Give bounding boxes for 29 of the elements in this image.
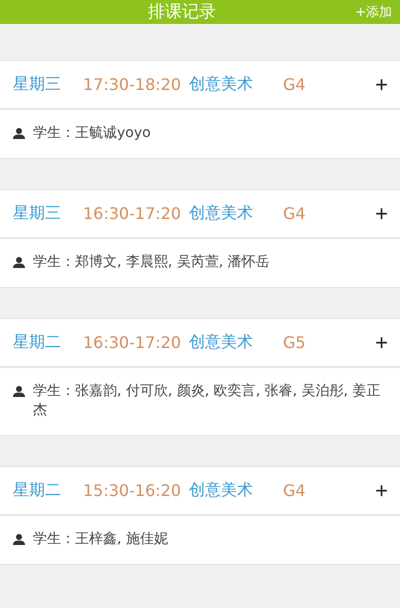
person-icon — [13, 534, 25, 545]
time-range: 16:30-17:20 — [83, 204, 181, 223]
header-title: 排课记录 — [148, 1, 216, 23]
weekday: 星期二 — [13, 332, 61, 353]
student-list: 学生：王毓诚yoyo — [33, 124, 151, 143]
time-range: 17:30-18:20 — [83, 75, 181, 94]
student-list: 学生：王梓鑫, 施佳妮 — [33, 530, 168, 549]
expand-button[interactable]: + — [375, 202, 388, 224]
weekday: 星期二 — [13, 480, 61, 501]
course-name: 创意美术 — [189, 74, 253, 95]
course-name: 创意美术 — [189, 203, 253, 224]
person-icon — [13, 128, 25, 139]
weekday: 星期三 — [13, 203, 61, 224]
course-name: 创意美术 — [189, 332, 253, 353]
grade-level: G4 — [283, 481, 307, 500]
time-range: 15:30-16:20 — [83, 481, 181, 500]
course-name: 创意美术 — [189, 480, 253, 501]
student-list: 学生：郑博文, 李晨熙, 吴芮萱, 潘怀岳 — [33, 253, 270, 272]
student-list: 学生：张嘉韵, 付可欣, 颜炎, 欧奕言, 张睿, 吴泊彤, 姜正杰 — [33, 382, 387, 420]
grade-level: G5 — [283, 333, 307, 352]
grade-level: G4 — [283, 75, 307, 94]
expand-button[interactable]: + — [375, 480, 388, 502]
person-icon — [13, 257, 25, 268]
time-range: 16:30-17:20 — [83, 333, 181, 352]
expand-button[interactable]: + — [375, 332, 388, 354]
weekday: 星期三 — [13, 74, 61, 95]
person-icon — [13, 386, 25, 397]
grade-level: G4 — [283, 204, 307, 223]
expand-button[interactable]: + — [375, 74, 388, 96]
